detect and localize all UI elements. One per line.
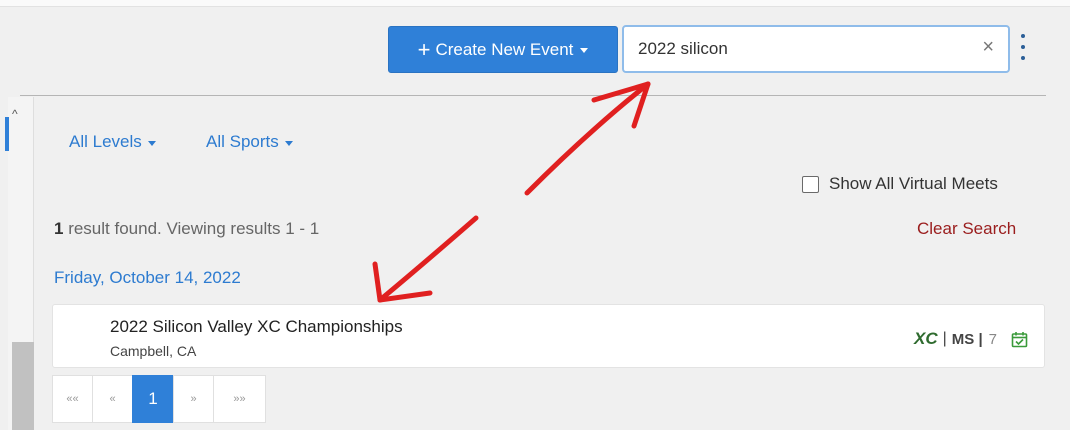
annotation-arrow-up: [524, 81, 651, 196]
level-tag: MS |: [951, 330, 983, 348]
top-border: [0, 0, 1070, 7]
create-new-event-button[interactable]: + Create New Event: [388, 26, 618, 73]
chevron-up-icon[interactable]: ^: [12, 107, 18, 121]
page-current-button[interactable]: 1: [132, 375, 174, 423]
event-row[interactable]: 2022 Silicon Valley XC Championships Cam…: [52, 304, 1045, 368]
plus-icon: +: [417, 36, 431, 62]
calendar-check-icon[interactable]: [1011, 331, 1028, 348]
team-count: 7: [988, 330, 997, 348]
results-text: result found. Viewing results 1 - 1: [63, 219, 320, 238]
tag-separator: |: [942, 330, 947, 347]
sport-tag: XC: [914, 329, 938, 348]
virtual-meets-checkbox[interactable]: [802, 175, 819, 193]
all-sports-label: All Sports: [206, 132, 279, 151]
virtual-meets-toggle[interactable]: Show All Virtual Meets: [802, 174, 998, 194]
all-sports-dropdown[interactable]: All Sports: [206, 132, 293, 152]
search-input[interactable]: [638, 36, 958, 62]
search-field[interactable]: ×: [622, 25, 1010, 73]
kebab-menu-icon[interactable]: [1019, 34, 1027, 60]
page-first-button[interactable]: ««: [52, 375, 93, 423]
pagination: «« « 1 » »»: [52, 375, 266, 423]
annotation-arrow-down: [377, 215, 479, 303]
all-levels-label: All Levels: [69, 132, 142, 151]
caret-down-icon: [147, 140, 156, 146]
scroll-indicator: [5, 117, 9, 151]
results-summary: 1 result found. Viewing results 1 - 1: [54, 219, 319, 239]
page-prev-button[interactable]: «: [92, 375, 133, 423]
caret-down-icon: [284, 140, 293, 146]
page-next-button[interactable]: »: [173, 375, 214, 423]
close-icon[interactable]: ×: [982, 37, 994, 57]
event-location: Campbell, CA: [110, 343, 197, 359]
scrollbar-thumb[interactable]: [12, 342, 34, 430]
event-name[interactable]: 2022 Silicon Valley XC Championships: [110, 317, 403, 337]
event-date-header: Friday, October 14, 2022: [54, 268, 241, 287]
caret-down-icon: [580, 48, 589, 53]
create-new-event-label: Create New Event: [435, 39, 574, 59]
virtual-meets-label: Show All Virtual Meets: [829, 174, 998, 193]
page-last-button[interactable]: »»: [213, 375, 266, 423]
clear-search-link[interactable]: Clear Search: [917, 219, 1016, 239]
divider: [20, 95, 1046, 96]
all-levels-dropdown[interactable]: All Levels: [69, 132, 156, 152]
event-tags: XC | MS | 7: [914, 329, 1028, 349]
